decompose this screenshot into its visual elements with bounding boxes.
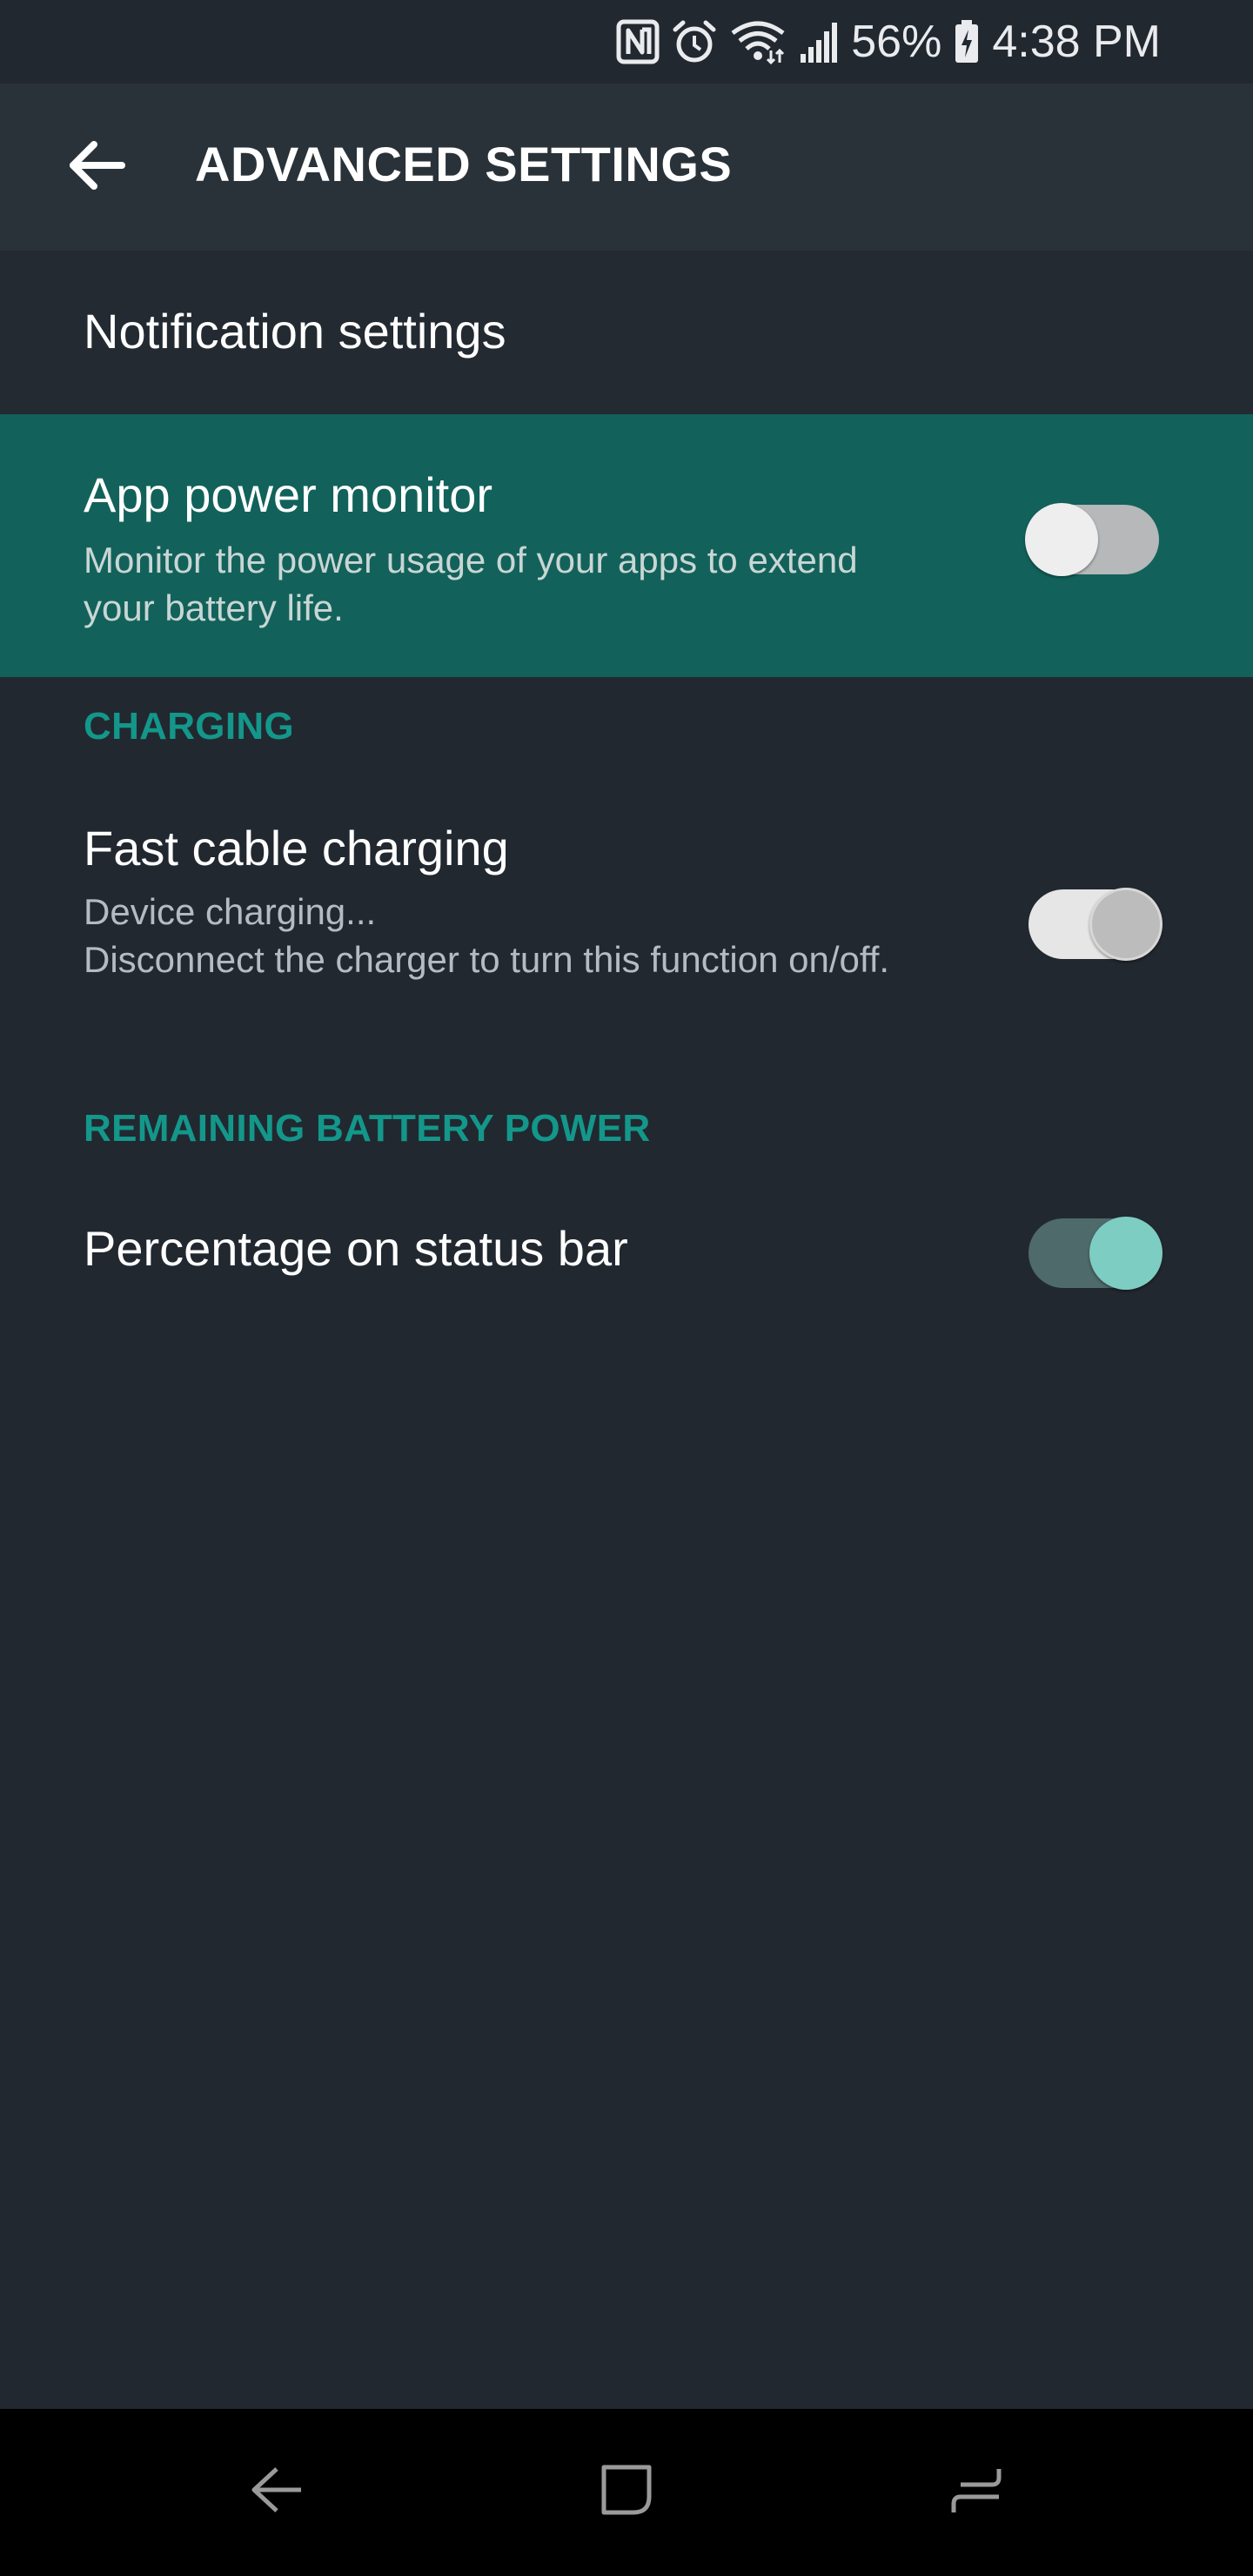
- navigation-bar: [0, 2409, 1253, 2576]
- fast-cable-charging-item[interactable]: Fast cable charging Device charging... D…: [0, 783, 1253, 1062]
- notification-settings-label: Notification settings: [84, 304, 506, 359]
- fast-cable-charging-toggle[interactable]: [1029, 888, 1163, 961]
- toggle-knob: [1089, 1217, 1163, 1290]
- status-time: 4:38 PM: [992, 17, 1161, 67]
- alarm-icon: [672, 19, 717, 64]
- status-bar: 56% 4:38 PM: [0, 0, 1253, 84]
- signal-icon: [799, 19, 839, 64]
- fast-cable-charging-description: Device charging... Disconnect the charge…: [84, 888, 971, 983]
- battery-charging-icon: [954, 19, 980, 64]
- toggle-knob: [1089, 888, 1163, 961]
- app-power-monitor-item[interactable]: App power monitor Monitor the power usag…: [0, 414, 1253, 677]
- toggle-knob: [1025, 503, 1098, 576]
- percentage-on-status-bar-item[interactable]: Percentage on status bar: [0, 1184, 1253, 1323]
- fast-cable-charging-status: Device charging...: [84, 891, 377, 932]
- app-power-monitor-description: Monitor the power usage of your apps to …: [84, 540, 858, 628]
- nfc-icon: [616, 19, 660, 64]
- battery-percent: 56%: [851, 17, 942, 67]
- nav-home-button[interactable]: [566, 2444, 687, 2539]
- wifi-icon: [729, 19, 787, 64]
- app-power-monitor-toggle[interactable]: [1025, 503, 1159, 576]
- arrow-left-icon: [64, 138, 127, 198]
- section-header-remaining-battery: REMAINING BATTERY POWER: [84, 1107, 651, 1150]
- percentage-on-status-bar-label: Percentage on status bar: [84, 1221, 628, 1276]
- nav-back-button[interactable]: [216, 2444, 338, 2539]
- section-header-charging: CHARGING: [84, 705, 294, 748]
- nav-recents-button[interactable]: [915, 2444, 1037, 2539]
- notification-settings-item[interactable]: Notification settings: [0, 251, 1253, 414]
- app-header: ADVANCED SETTINGS: [0, 84, 1253, 251]
- page-title: ADVANCED SETTINGS: [195, 137, 733, 191]
- app-power-monitor-label: App power monitor: [84, 467, 493, 522]
- nav-recents-icon: [945, 2459, 1008, 2526]
- nav-home-icon: [595, 2459, 658, 2526]
- fast-cable-charging-label: Fast cable charging: [84, 821, 509, 875]
- nav-back-icon: [245, 2459, 308, 2526]
- fast-cable-charging-hint: Disconnect the charger to turn this func…: [84, 939, 890, 980]
- status-icons: 56% 4:38 PM: [616, 12, 1161, 71]
- percentage-on-status-bar-toggle[interactable]: [1029, 1217, 1163, 1290]
- back-button[interactable]: [54, 129, 137, 205]
